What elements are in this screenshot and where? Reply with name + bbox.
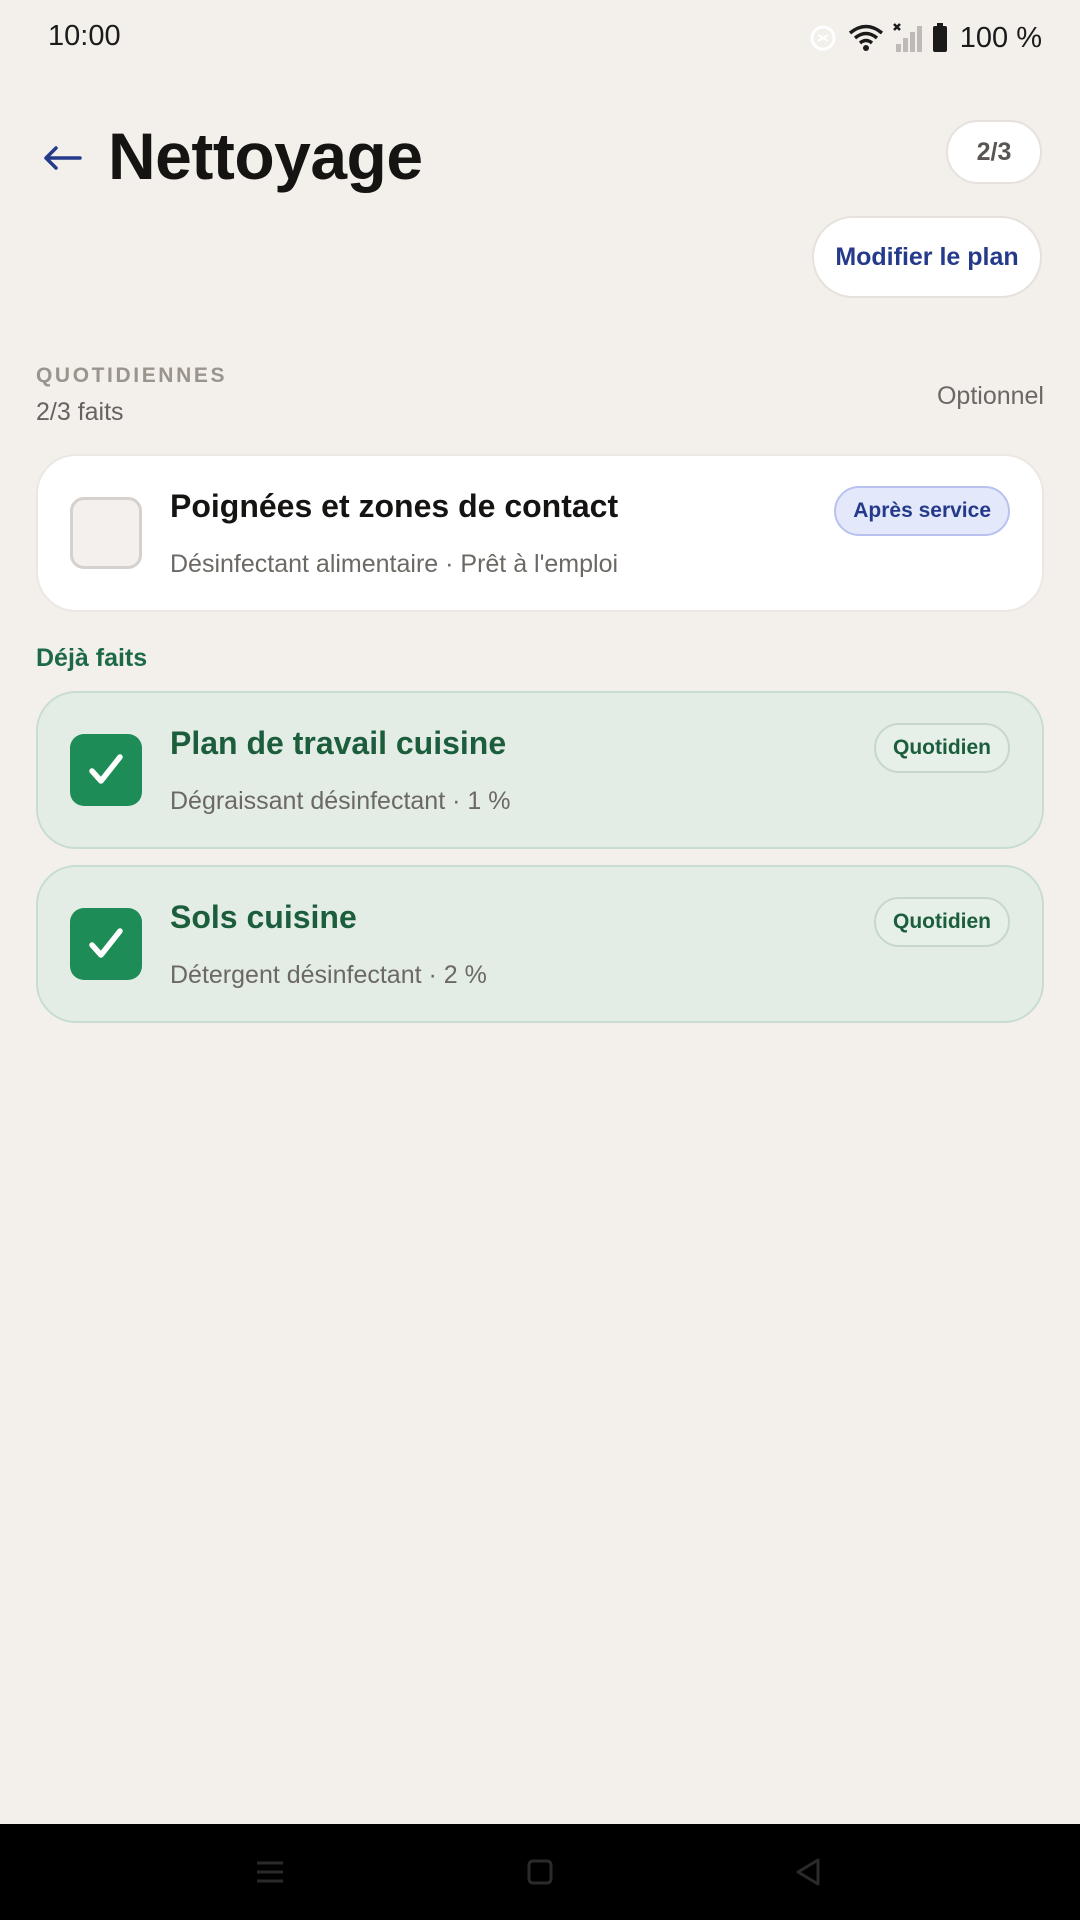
task-card-done[interactable]: Sols cuisine Détergent désinfectant · 2 …: [36, 865, 1044, 1023]
task-subtitle: Désinfectant alimentaire · Prêt à l'empl…: [170, 550, 619, 578]
task-subtitle: Dégraissant désinfectant · 1 %: [170, 787, 511, 815]
back-button[interactable]: [36, 132, 88, 184]
data-saver-icon: [806, 21, 840, 55]
home-icon: [527, 1859, 553, 1885]
back-arrow-icon: [44, 146, 82, 170]
section-count: 2/3 faits: [36, 398, 124, 426]
task-subtitle: Détergent désinfectant · 2 %: [170, 961, 487, 989]
back-icon: [796, 1858, 820, 1886]
navigation-bar: [0, 1824, 1080, 1920]
status-bar: 10:00 100 %: [0, 0, 1080, 76]
task-checkbox-checked[interactable]: [70, 908, 142, 980]
task-badge: Quotidien: [874, 723, 1010, 773]
battery-icon: [932, 23, 948, 53]
menu-icon: [257, 1861, 283, 1883]
section-label: QUOTIDIENNES: [36, 364, 228, 387]
optional-label: Optionnel: [936, 382, 1044, 410]
task-title: Poignées et zones de contact: [170, 488, 619, 524]
signal-icon: [892, 22, 924, 54]
progress-pill: 2/3: [946, 120, 1042, 184]
task-card-done[interactable]: Plan de travail cuisine Dégraissant dési…: [36, 691, 1044, 849]
task-title: Plan de travail cuisine: [170, 725, 507, 761]
screen: 10:00 100 % Nettoyage 2/3 Modifier le pl…: [0, 0, 1080, 1920]
checkmark-icon: [89, 928, 123, 958]
task-checkbox[interactable]: [70, 497, 142, 569]
done-section-label: Déjà faits: [36, 644, 148, 672]
task-badge: Après service: [834, 486, 1010, 536]
status-time: 10:00: [48, 20, 121, 52]
task-checkbox-checked[interactable]: [70, 734, 142, 806]
task-title: Sols cuisine: [170, 899, 357, 935]
home-button[interactable]: [516, 1848, 564, 1896]
battery-percent: 100 %: [959, 21, 1042, 54]
edit-plan-button[interactable]: Modifier le plan: [812, 216, 1042, 298]
recent-apps-button[interactable]: [246, 1848, 294, 1896]
system-back-button[interactable]: [784, 1848, 832, 1896]
status-icons: 100 %: [806, 18, 1042, 58]
wifi-icon: [848, 23, 884, 53]
task-card[interactable]: Poignées et zones de contact Désinfectan…: [36, 454, 1044, 612]
checkmark-icon: [89, 754, 123, 784]
task-badge: Quotidien: [874, 897, 1010, 947]
page-title: Nettoyage: [108, 119, 423, 193]
